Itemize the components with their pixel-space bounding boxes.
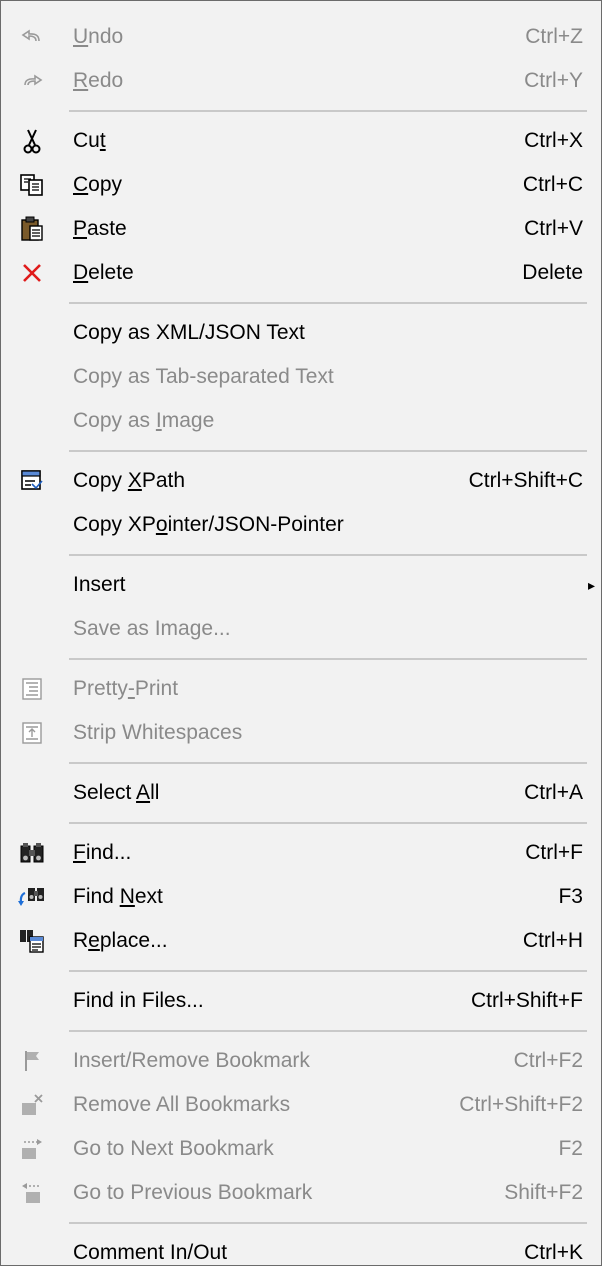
menu-item-strip-whitespaces[interactable]: Strip Whitespaces bbox=[1, 711, 601, 755]
menu-item-copy-as-xml-json-text[interactable]: Copy as XML/JSON Text bbox=[1, 311, 601, 355]
menu-item-label: Select All bbox=[73, 781, 160, 804]
menu-separator bbox=[1, 103, 601, 119]
menu-item-copy-xpath[interactable]: Copy XPath Ctrl+Shift+C bbox=[1, 459, 601, 503]
menu-item-label: Go to Next Bookmark bbox=[73, 1137, 274, 1160]
paste-icon bbox=[17, 214, 47, 244]
menu-item-shortcut: F2 bbox=[558, 1137, 583, 1160]
menu-item-shortcut: Delete bbox=[522, 261, 583, 284]
menu-item-save-as-image[interactable]: Save as Image... bbox=[1, 607, 601, 651]
menu-item-shortcut: Ctrl+K bbox=[524, 1241, 583, 1264]
next-bookmark-icon bbox=[17, 1134, 47, 1164]
menu-item-label: Copy bbox=[73, 173, 123, 196]
menu-separator bbox=[1, 1215, 601, 1231]
replace-icon bbox=[17, 926, 47, 956]
menu-item-cut[interactable]: Cut Ctrl+X bbox=[1, 119, 601, 163]
menu-item-shortcut: Ctrl+Shift+F2 bbox=[459, 1093, 583, 1116]
menu-item-label: Comment In/Out bbox=[73, 1241, 228, 1264]
menu-item-label: Replace... bbox=[73, 929, 168, 952]
menu-item-find-next[interactable]: Find Next F3 bbox=[1, 875, 601, 919]
menu-item-select-all[interactable]: Select All Ctrl+A bbox=[1, 771, 601, 815]
menu-item-insert[interactable]: Insert ▸ bbox=[1, 563, 601, 607]
menu-item-label: Pretty-Print bbox=[73, 677, 179, 700]
pretty-print-icon bbox=[17, 674, 47, 704]
menu-item-shortcut: Ctrl+H bbox=[522, 929, 583, 952]
menu-separator bbox=[1, 755, 601, 771]
menu-item-copy[interactable]: Copy Ctrl+C bbox=[1, 163, 601, 207]
copy-icon bbox=[17, 170, 47, 200]
delete-x-icon bbox=[17, 258, 47, 288]
menu-separator bbox=[1, 963, 601, 979]
menu-item-shortcut: Ctrl+V bbox=[524, 217, 583, 240]
menu-item-shortcut: Ctrl+Z bbox=[525, 25, 583, 48]
menu-item-label: Strip Whitespaces bbox=[73, 721, 243, 744]
menu-item-copy-as-tab-separated-text[interactable]: Copy as Tab-separated Text bbox=[1, 355, 601, 399]
menu-item-delete[interactable]: Delete Delete bbox=[1, 251, 601, 295]
menu-separator bbox=[1, 651, 601, 667]
menu-item-label: Go to Previous Bookmark bbox=[73, 1181, 313, 1204]
menu-item-label: Remove All Bookmarks bbox=[73, 1093, 291, 1116]
redo-icon bbox=[17, 66, 47, 96]
menu-item-remove-all-bookmarks[interactable]: Remove All Bookmarks Ctrl+Shift+F2 bbox=[1, 1083, 601, 1127]
menu-item-paste[interactable]: Paste Ctrl+V bbox=[1, 207, 601, 251]
menu-item-label: Insert bbox=[73, 573, 126, 596]
menu-item-label: Copy as XML/JSON Text bbox=[73, 321, 305, 344]
copy-xpath-icon bbox=[17, 466, 47, 496]
remove-bookmarks-icon bbox=[17, 1090, 47, 1120]
undo-icon bbox=[17, 22, 47, 52]
menu-item-go-to-next-bookmark[interactable]: Go to Next Bookmark F2 bbox=[1, 1127, 601, 1171]
menu-item-shortcut: Ctrl+X bbox=[524, 129, 583, 152]
menu-item-pretty-print[interactable]: Pretty-Print bbox=[1, 667, 601, 711]
menu-item-label: Save as Image... bbox=[73, 617, 231, 640]
menu-item-label: Copy XPath bbox=[73, 469, 186, 492]
menu-item-find-in-files[interactable]: Find in Files... Ctrl+Shift+F bbox=[1, 979, 601, 1023]
menu-item-redo[interactable]: Redo Ctrl+Y bbox=[1, 59, 601, 103]
menu-item-insert-remove-bookmark[interactable]: Insert/Remove Bookmark Ctrl+F2 bbox=[1, 1039, 601, 1083]
menu-item-find[interactable]: Find... Ctrl+F bbox=[1, 831, 601, 875]
menu-item-shortcut: Ctrl+F2 bbox=[513, 1049, 583, 1072]
menu-item-shortcut: Ctrl+C bbox=[522, 173, 583, 196]
menu-item-shortcut: Shift+F2 bbox=[504, 1181, 583, 1204]
menu-item-label: Redo bbox=[73, 69, 124, 92]
menu-item-comment-in-out[interactable]: Comment In/Out Ctrl+K bbox=[1, 1231, 601, 1275]
menu-item-label: Cut bbox=[73, 129, 106, 152]
menu-item-shortcut: Ctrl+Shift+C bbox=[468, 469, 583, 492]
menu-item-label: Delete bbox=[73, 261, 134, 284]
context-menu: Undo Ctrl+Z Redo Ctrl+Y Cut Ctrl+X Copy … bbox=[0, 0, 602, 1266]
menu-item-label: Copy XPointer/JSON-Pointer bbox=[73, 513, 344, 536]
find-next-icon bbox=[17, 882, 47, 912]
menu-item-label: Find in Files... bbox=[73, 989, 204, 1012]
menu-item-label: Find... bbox=[73, 841, 132, 864]
scissors-icon bbox=[17, 126, 47, 156]
menu-item-label: Copy as Tab-separated Text bbox=[73, 365, 334, 388]
menu-item-shortcut: Ctrl+Y bbox=[524, 69, 583, 92]
menu-item-label: Copy as Image bbox=[73, 409, 215, 432]
menu-item-label: Find Next bbox=[73, 885, 163, 908]
menu-item-label: Insert/Remove Bookmark bbox=[73, 1049, 310, 1072]
binoculars-icon bbox=[17, 838, 47, 868]
previous-bookmark-icon bbox=[17, 1178, 47, 1208]
menu-item-shortcut: Ctrl+A bbox=[524, 781, 583, 804]
menu-item-replace[interactable]: Replace... Ctrl+H bbox=[1, 919, 601, 963]
menu-item-label: Undo bbox=[73, 25, 124, 48]
menu-item-go-to-previous-bookmark[interactable]: Go to Previous Bookmark Shift+F2 bbox=[1, 1171, 601, 1215]
menu-item-shortcut: Ctrl+Shift+F bbox=[470, 989, 583, 1012]
strip-whitespace-icon bbox=[17, 718, 47, 748]
menu-item-shortcut: Ctrl+F bbox=[525, 841, 583, 864]
bookmark-flag-icon bbox=[17, 1046, 47, 1076]
menu-separator bbox=[1, 443, 601, 459]
menu-separator bbox=[1, 547, 601, 563]
menu-separator bbox=[1, 295, 601, 311]
menu-item-undo[interactable]: Undo Ctrl+Z bbox=[1, 15, 601, 59]
submenu-arrow-icon: ▸ bbox=[587, 576, 595, 593]
menu-separator bbox=[1, 815, 601, 831]
menu-item-copy-as-image[interactable]: Copy as Image bbox=[1, 399, 601, 443]
menu-separator bbox=[1, 1023, 601, 1039]
menu-item-label: Paste bbox=[73, 217, 127, 240]
menu-item-shortcut: F3 bbox=[558, 885, 583, 908]
menu-item-copy-xpointer-json-pointer[interactable]: Copy XPointer/JSON-Pointer bbox=[1, 503, 601, 547]
